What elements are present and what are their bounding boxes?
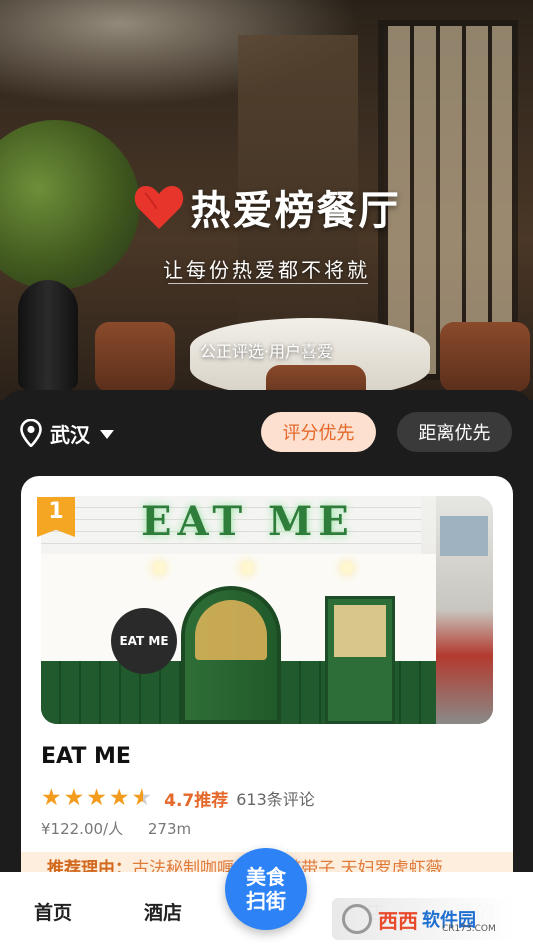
heart-icon <box>134 186 183 229</box>
storefront-door <box>181 586 281 724</box>
review-count[interactable]: 613条评论 <box>236 786 315 810</box>
restaurant-meta: ¥122.00/人 273m <box>41 818 191 839</box>
tab-hotel[interactable]: 酒店 <box>144 898 182 925</box>
city-selector[interactable]: 武汉 <box>20 418 114 448</box>
chevron-down-icon <box>100 429 114 439</box>
star-icon: ★ <box>86 785 107 811</box>
sort-by-distance-button[interactable]: 距离优先 <box>397 412 512 452</box>
hero-title-text: 热爱榜餐厅 <box>190 188 401 234</box>
star-icon: ★ <box>108 785 130 811</box>
distance: 273m <box>147 820 192 838</box>
scan-label-line2: 扫街 <box>246 889 286 913</box>
storefront-window <box>325 596 395 724</box>
street-background <box>436 496 493 724</box>
hero-title: 热爱榜餐厅 <box>0 178 533 236</box>
watermark-url: CR173.COM <box>442 924 496 934</box>
wall-lamp <box>153 562 165 574</box>
price-per-person: ¥122.00/人 <box>41 820 124 838</box>
rating-score: 4.7推荐 <box>164 790 229 811</box>
star-icon: ★ <box>41 785 62 811</box>
watermark: 西西 软件园 CR173.COM <box>332 898 514 940</box>
rating-row: ★ ★ ★ ★ ★ 4.7推荐 613条评论 <box>41 786 315 811</box>
city-label: 武汉 <box>50 422 90 447</box>
location-pin-icon <box>20 419 42 447</box>
door-glass <box>195 600 267 660</box>
tab-home[interactable]: 首页 <box>34 898 72 925</box>
watermark-logo-icon <box>342 904 372 934</box>
wall-lamp <box>241 562 253 574</box>
vase-decoration <box>18 280 78 390</box>
window-glass <box>334 605 386 657</box>
food-scan-button[interactable]: 美食 扫街 <box>225 848 307 930</box>
wall-lamp <box>341 562 353 574</box>
half-star-icon: ★ <box>131 785 153 811</box>
restaurant-logo: EAT ME <box>111 608 177 674</box>
neon-sign: EAT ME <box>141 498 355 545</box>
hero-tagline: 公正评选·用户喜爱 <box>199 342 334 361</box>
hero-divider <box>168 283 368 284</box>
street-window <box>440 516 488 556</box>
watermark-brand: 西西 <box>378 908 418 933</box>
star-rating: ★ ★ ★ ★ ★ <box>41 786 154 810</box>
star-icon: ★ <box>63 785 85 811</box>
scan-label-line1: 美食 <box>246 865 286 889</box>
restaurant-name[interactable]: EAT ME <box>41 744 131 769</box>
restaurant-photo[interactable]: EAT ME EAT ME <box>41 496 493 724</box>
sort-by-rating-button[interactable]: 评分优先 <box>261 412 376 452</box>
hero-subtitle: 让每份热爱都不将就 <box>163 258 370 282</box>
